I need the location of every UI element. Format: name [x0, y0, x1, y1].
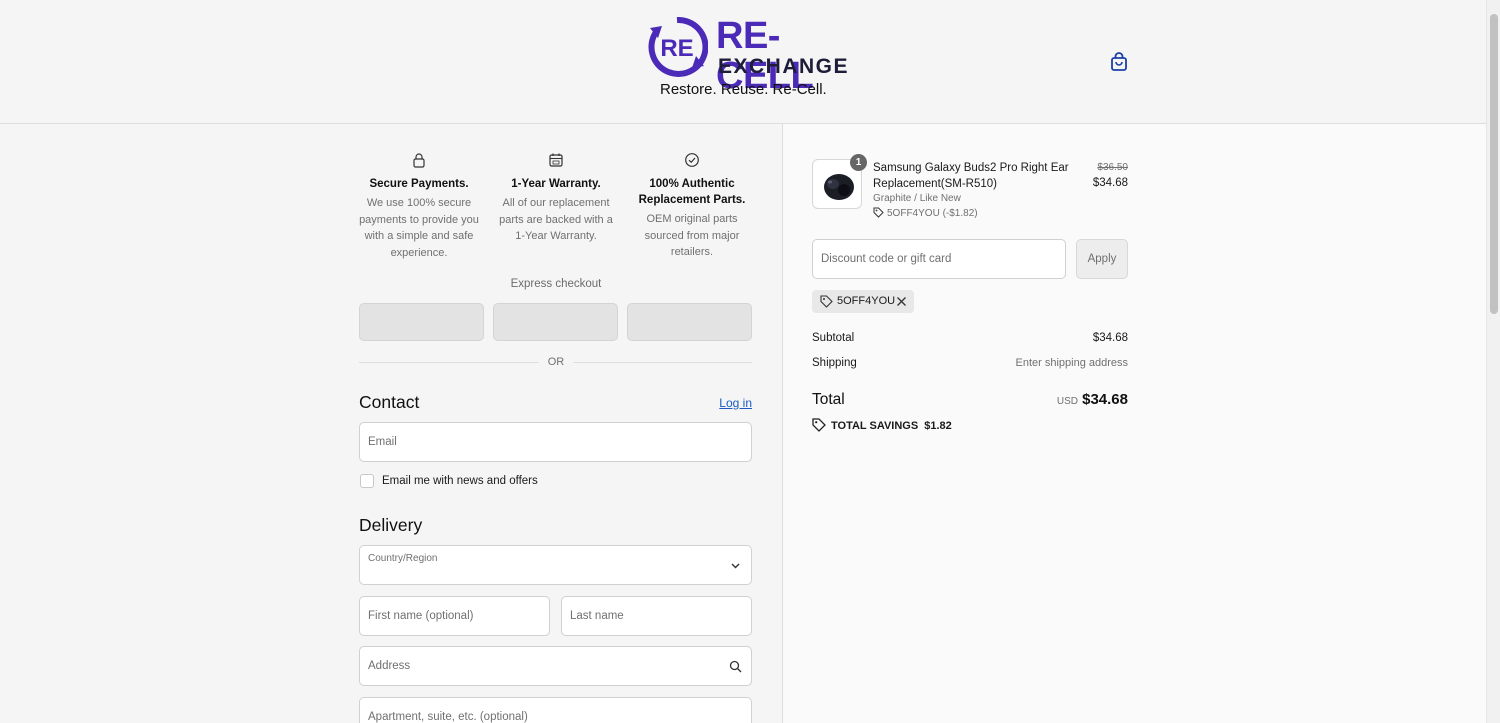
logo-mark-text: RE: [660, 35, 693, 62]
feature-desc: We use 100% secure payments to provide y…: [359, 197, 479, 259]
shipping-label: Shipping: [812, 357, 857, 369]
email-field[interactable]: Email: [359, 422, 752, 462]
savings-value: $1.82: [924, 420, 952, 432]
subtotal-label: Subtotal: [812, 332, 855, 344]
quantity-badge: 1: [850, 154, 867, 171]
feature-desc: All of our replacement parts are backed …: [499, 197, 613, 242]
remove-code-icon[interactable]: [896, 296, 907, 307]
first-name-placeholder: First name (optional): [368, 610, 474, 622]
product-name: Samsung Galaxy Buds2 Pro Right Ear Repla…: [873, 162, 1069, 190]
price-original: $36.50: [1097, 162, 1128, 173]
express-pay-button-1[interactable]: [359, 303, 484, 341]
express-pay-button-2[interactable]: [493, 303, 618, 341]
total-amount: $34.68: [1082, 391, 1128, 408]
country-label: Country/Region: [368, 553, 438, 564]
feature-title: Secure Payments.: [369, 178, 469, 190]
discount-placeholder: Discount code or gift card: [821, 253, 952, 265]
first-name-field[interactable]: First name (optional): [359, 596, 550, 636]
or-divider-right: [573, 362, 752, 363]
brand-tagline: Restore. Reuse. Re-Cell.: [660, 81, 827, 98]
tag-icon: [873, 207, 884, 218]
total-label: Total: [812, 391, 845, 408]
tag-icon: [812, 418, 826, 432]
feature-warranty: 1-Year Warranty. All of our replacement …: [496, 152, 616, 245]
savings-label: TOTAL SAVINGS: [831, 420, 919, 432]
trust-features: Secure Payments. We use 100% secure paym…: [359, 152, 753, 272]
address-placeholder: Address: [368, 660, 411, 672]
address-field[interactable]: Address: [359, 646, 752, 686]
lock-icon: [413, 153, 425, 168]
recycle-logo-icon: RE: [648, 16, 708, 77]
subtotal-value: $34.68: [1092, 332, 1128, 344]
feature-title: 1-Year Warranty.: [511, 178, 601, 190]
last-name-placeholder: Last name: [570, 610, 624, 622]
chevron-down-icon: [731, 563, 740, 569]
total-currency: USD: [1056, 396, 1078, 407]
express-pay-button-3[interactable]: [627, 303, 752, 341]
discount-code-field[interactable]: Discount code or gift card: [812, 239, 1066, 279]
shopping-bag-icon[interactable]: [1108, 51, 1130, 73]
applied-code-chip: 5OFF4YOU: [812, 290, 914, 313]
product-discount-text: 5OFF4YOU (-$1.82): [887, 208, 978, 219]
brand-logo[interactable]: RE RE-CELL EXCHANGE Restore. Reuse. Re-C…: [646, 14, 850, 102]
feature-title: 100% Authentic Replacement Parts.: [638, 178, 746, 206]
scrollbar-thumb[interactable]: [1490, 14, 1498, 314]
country-select[interactable]: Country/Region: [359, 545, 752, 585]
or-divider-left: [359, 362, 539, 363]
contact-heading: Contact: [359, 392, 420, 412]
site-header: RE RE-CELL EXCHANGE Restore. Reuse. Re-C…: [0, 0, 1486, 124]
product-discount: 5OFF4YOU (-$1.82): [873, 207, 978, 219]
feature-secure-payments: Secure Payments. We use 100% secure paym…: [359, 152, 479, 261]
or-divider-text: OR: [547, 356, 565, 368]
price-current: $34.68: [1092, 177, 1128, 189]
page-scrollbar[interactable]: [1486, 0, 1500, 723]
apartment-placeholder: Apartment, suite, etc. (optional): [368, 711, 528, 723]
feature-desc: OEM original parts sourced from major re…: [644, 213, 740, 258]
applied-code-text: 5OFF4YOU: [837, 295, 896, 307]
product-variant: Graphite / Like New: [873, 193, 961, 204]
email-placeholder: Email: [368, 436, 397, 448]
shipping-value: Enter shipping address: [1015, 357, 1128, 369]
apply-discount-button[interactable]: Apply: [1076, 239, 1128, 279]
check-circle-icon: [685, 153, 699, 167]
total-savings: TOTAL SAVINGS $1.82: [812, 418, 952, 432]
apartment-field[interactable]: Apartment, suite, etc. (optional): [359, 697, 752, 723]
search-icon: [729, 660, 742, 673]
login-link[interactable]: Log in: [712, 396, 752, 410]
newsletter-label[interactable]: Email me with news and offers: [382, 475, 538, 487]
express-checkout-label: Express checkout: [510, 278, 602, 290]
newsletter-checkbox[interactable]: [360, 474, 374, 488]
delivery-heading: Delivery: [359, 515, 423, 535]
tag-icon: [820, 295, 833, 308]
last-name-field[interactable]: Last name: [561, 596, 752, 636]
feature-authentic: 100% Authentic Replacement Parts. OEM or…: [632, 152, 752, 261]
brand-sub: EXCHANGE: [718, 55, 850, 78]
calendar-icon: [549, 153, 563, 167]
